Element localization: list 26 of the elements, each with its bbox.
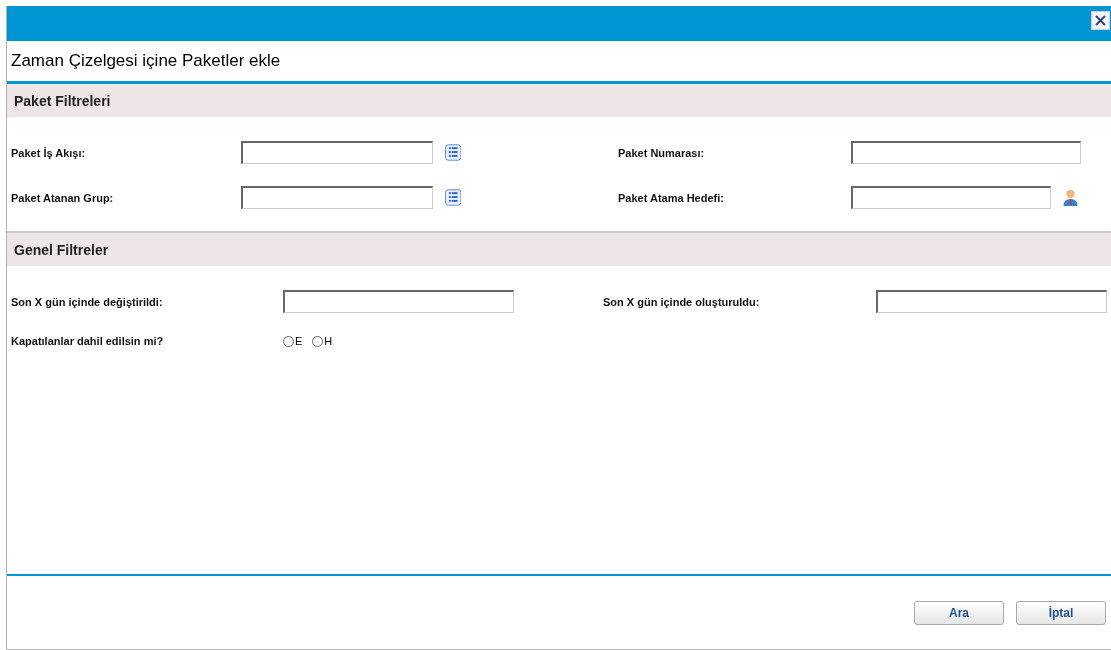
dialog-button[interactable]: Ara [914,600,1004,625]
input-field[interactable] [283,290,514,313]
field-label: Son X gün içinde değiştirildi: [11,295,164,308]
section-header: Genel Filtreler [7,233,1111,266]
field-label: Paket İş Akışı: [11,146,87,159]
list-icon[interactable] [444,144,461,161]
input-field[interactable] [851,186,1051,209]
radio-option[interactable]: E [283,335,303,347]
radio-button[interactable] [283,336,294,347]
field-label: Paket Atama Hedefi: [618,191,725,204]
close-icon[interactable] [1095,15,1106,26]
dialog-button[interactable]: İptal [1016,600,1106,625]
field-label: Paket Numarası: [618,146,706,159]
person-icon[interactable] [1063,189,1078,206]
input-field[interactable] [241,186,433,209]
radio-button[interactable] [312,336,324,347]
close-button[interactable] [1091,11,1110,30]
radio-option[interactable]: H [312,335,333,347]
field-label: Son X gün içinde oluşturuldu: [603,295,761,308]
list-icon[interactable] [444,189,461,206]
input-field[interactable] [851,141,1081,164]
input-field[interactable] [241,141,433,164]
field-label: Kapatılanlar dahil edilsin mi? [11,335,165,347]
field-label: Paket Atanan Grup: [11,191,115,204]
section-header: Paket Filtreleri [7,84,1111,117]
input-field[interactable] [876,290,1107,313]
